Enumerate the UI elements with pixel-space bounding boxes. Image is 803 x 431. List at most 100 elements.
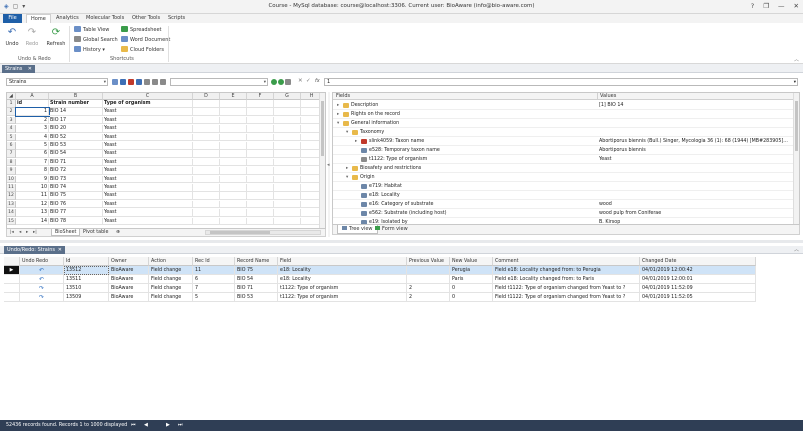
sheet-cell[interactable]: Yeast — [103, 217, 193, 226]
tree-field-value[interactable]: [1] BIO 14 — [597, 101, 623, 110]
sheet-cell[interactable]: Yeast — [103, 116, 193, 125]
sheet-cell[interactable]: Yeast — [103, 142, 193, 150]
sheet-cell[interactable] — [193, 217, 220, 226]
undo-icon[interactable]: ↶ — [39, 275, 44, 283]
lock-icon[interactable] — [144, 79, 150, 85]
global-search-button[interactable]: Global Search — [74, 36, 118, 44]
redo-icon[interactable]: ↷ — [39, 284, 44, 292]
sheet-cell[interactable] — [274, 184, 301, 192]
collapse-icon[interactable]: ▾ — [337, 119, 339, 128]
prev-sheet-icon[interactable]: ◂ — [19, 229, 21, 236]
table-row[interactable]: ↷ 13509 BioAware Field change 5 BIO 53 t1122: … — [4, 293, 756, 302]
table-cell[interactable]: Field change — [149, 275, 193, 284]
sheet-cell[interactable]: BIO 17 — [49, 116, 103, 125]
sheet-cell[interactable]: 11 — [16, 192, 49, 200]
sheet-cell[interactable] — [274, 175, 301, 184]
row-selector[interactable]: ▶ — [4, 266, 20, 275]
sheet-cell[interactable]: 2 — [16, 116, 49, 125]
sheet-cell[interactable] — [274, 133, 301, 142]
table-cell[interactable]: BioAware — [109, 284, 149, 293]
table-cell[interactable]: BioAware — [109, 293, 149, 302]
tab-scripts[interactable]: Scripts — [164, 14, 189, 23]
cancel-icon[interactable]: ✕ — [298, 78, 303, 84]
table-cell[interactable]: 0 — [450, 284, 493, 293]
tree-field-value[interactable]: Yeast — [597, 155, 612, 164]
tree-row[interactable]: e719: Habitat — [333, 182, 795, 191]
spreadsheet-grid[interactable]: ◢ A B C D E F G H 1 id Strain number Type o… — [6, 92, 326, 229]
link-icon[interactable] — [136, 79, 142, 85]
collapse-ribbon-icon[interactable]: ︿ — [794, 56, 799, 63]
column-header[interactable]: D — [193, 93, 220, 100]
tab-file[interactable]: File — [3, 14, 22, 23]
sheet-cell[interactable] — [247, 108, 274, 116]
row-selector[interactable] — [4, 284, 20, 293]
sheet-cell[interactable] — [274, 200, 301, 209]
sheet-cell[interactable]: Yeast — [103, 209, 193, 217]
sheet-cell[interactable] — [247, 217, 274, 226]
sheet-cell[interactable] — [274, 209, 301, 217]
table-cell[interactable]: t1122: Type of organism — [278, 293, 407, 302]
sheet-cell[interactable]: 14 — [16, 217, 49, 226]
row-header[interactable]: 4 — [7, 125, 16, 133]
table-cell[interactable]: BIO 75 — [235, 266, 278, 275]
table-cell[interactable]: Field e18: Locality changed from: to Par… — [493, 275, 640, 284]
redo-icon[interactable]: ↷ — [39, 293, 44, 301]
tree-row[interactable]: ▾ General information — [333, 119, 795, 128]
collapse-arrow-icon[interactable]: ◂ — [327, 162, 330, 168]
close-tab-icon[interactable]: ✕ — [58, 246, 62, 254]
sheet-cell[interactable] — [274, 100, 301, 108]
expand-icon[interactable]: ▸ — [355, 137, 357, 146]
sheet-cell[interactable] — [220, 158, 247, 167]
table-cell[interactable]: 7 — [193, 284, 235, 293]
column-header[interactable]: Previous Value — [407, 257, 450, 266]
last-page-button[interactable]: ⏭ — [178, 420, 183, 431]
sheet-cell[interactable] — [220, 200, 247, 209]
sheet-cell[interactable] — [220, 184, 247, 192]
row-header[interactable]: 12 — [7, 192, 16, 200]
tree-row[interactable]: ▾ Origin — [333, 173, 795, 182]
column-header[interactable]: New Value — [450, 257, 493, 266]
sheet-cell[interactable]: 8 — [16, 167, 49, 175]
row-header[interactable]: 2 — [7, 108, 16, 116]
table-cell[interactable]: e18: Locality — [278, 275, 407, 284]
first-sheet-icon[interactable]: |◂ — [10, 229, 14, 236]
sheet-cell[interactable]: 9 — [16, 175, 49, 184]
tree-field-value[interactable]: Abortiporus biennis (Bull.) Singer, Myco… — [597, 137, 788, 146]
sheet-cell[interactable] — [274, 158, 301, 167]
sheet-cell[interactable]: Yeast — [103, 175, 193, 184]
table-cell[interactable] — [407, 275, 450, 284]
sheet-cell[interactable] — [247, 133, 274, 142]
sheet-cell[interactable] — [247, 125, 274, 133]
select-all-corner[interactable]: ◢ — [7, 93, 16, 100]
sheet-cell[interactable]: BIO 73 — [49, 175, 103, 184]
column-header[interactable]: Comment — [493, 257, 640, 266]
sheet-cell[interactable] — [247, 150, 274, 158]
row-header[interactable]: 8 — [7, 158, 16, 167]
vertical-scrollbar[interactable] — [793, 93, 799, 224]
sheet-cell[interactable]: BIO 77 — [49, 209, 103, 217]
sheet-cell[interactable] — [220, 100, 247, 108]
undo-redo-cell[interactable]: ↶ — [20, 266, 64, 275]
sheet-cell[interactable] — [193, 142, 220, 150]
collapse-panel-icon[interactable]: ︿ — [794, 246, 799, 254]
undo-redo-cell[interactable]: ↶ — [20, 275, 64, 284]
row-header[interactable]: 1 — [7, 100, 16, 108]
sheet-cell[interactable]: Yeast — [103, 133, 193, 142]
tree-row[interactable]: ▾ Taxonomy — [333, 128, 795, 137]
column-header[interactable]: E — [220, 93, 247, 100]
row-header[interactable]: 3 — [7, 116, 16, 125]
tab-form-view[interactable]: Form view — [371, 225, 412, 234]
sheet-cell[interactable] — [247, 209, 274, 217]
table-cell[interactable]: 0 — [450, 293, 493, 302]
sheet-cell[interactable] — [274, 125, 301, 133]
help-button[interactable]: ? — [751, 2, 754, 10]
scroll-thumb[interactable] — [210, 231, 270, 234]
record-tree[interactable]: Fields Values ▸ Description [1] BIO 14 ▸ Rig… — [332, 92, 800, 225]
sheet-cell[interactable]: 5 — [16, 142, 49, 150]
sheet-cell[interactable]: 13 — [16, 209, 49, 217]
sheet-cell[interactable]: Yeast — [103, 108, 193, 116]
print-icon[interactable] — [152, 79, 158, 85]
close-button[interactable]: ✕ — [794, 2, 799, 10]
sheet-tab-biosheet[interactable]: BioSheet — [51, 229, 81, 236]
function-icon[interactable]: fx — [315, 78, 320, 84]
